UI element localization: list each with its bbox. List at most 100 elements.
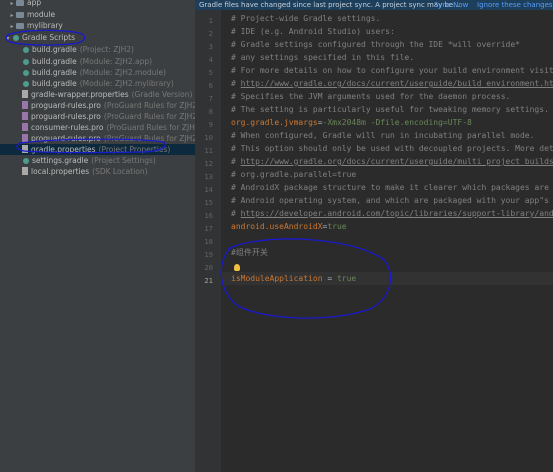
code-line[interactable]: # any settings specified in this file. xyxy=(231,51,414,64)
tree-item-label: Gradle Scripts xyxy=(22,33,75,42)
code-line[interactable]: # When configured, Gradle will run in in… xyxy=(231,129,534,142)
line-number: 14 xyxy=(204,185,213,194)
code-line[interactable]: org.gradle.jvmargs=-Xmx2048m -Dfile.enco… xyxy=(231,116,472,129)
tree-item-hint: (Project Settings) xyxy=(91,156,156,165)
tree-item-proguard-rules-pro[interactable]: proguard-rules.pro (ProGuard Rules for ZJ… xyxy=(0,133,195,144)
tree-item-build-gradle[interactable]: build.gradle (Module: ZJH2.mylibrary) xyxy=(0,78,195,89)
line-number: 15 xyxy=(204,198,213,207)
code-line[interactable]: android.useAndroidX=true xyxy=(231,220,347,233)
ignore-changes-link[interactable]: Ignore these changes xyxy=(477,0,553,10)
code-token: # xyxy=(231,157,241,166)
folder-icon xyxy=(16,12,24,18)
code-token: # Specifies the JVM arguments used for t… xyxy=(231,92,511,101)
code-line[interactable]: # For more details on how to configure y… xyxy=(231,64,553,77)
tree-item-gradle-scripts[interactable]: ▾ Gradle Scripts xyxy=(0,32,195,43)
proguard-file-icon xyxy=(22,112,28,120)
proguard-file-icon xyxy=(22,123,28,131)
tree-item-label: local.properties xyxy=(31,167,90,176)
code-line[interactable]: # AndroidX package structure to make it … xyxy=(231,181,553,194)
properties-file-icon xyxy=(22,145,28,153)
code-token: # Android operating system, and which ar… xyxy=(231,196,553,205)
code-line[interactable]: # IDE (e.g. Android Studio) users: xyxy=(231,25,395,38)
project-tree-panel: ▸ app ▸ module ▸ mylibrary ▾ Gradle Scripts buil… xyxy=(0,0,195,472)
code-token: = xyxy=(322,274,337,283)
line-number: 3 xyxy=(208,42,213,51)
line-number: 8 xyxy=(208,107,213,116)
tree-item-hint: (Project: ZJH2) xyxy=(79,45,134,54)
code-line[interactable]: # http://www.gradle.org/docs/current/use… xyxy=(231,155,553,168)
code-token: true xyxy=(327,222,347,231)
tree-item-label: build.gradle xyxy=(32,57,77,66)
code-line[interactable]: # Specifies the JVM arguments used for t… xyxy=(231,90,510,103)
tree-item-label: build.gradle xyxy=(32,68,77,77)
code-line[interactable]: # The setting is particularly useful for… xyxy=(231,103,549,116)
tree-item-hint: (Project Properties) xyxy=(98,145,171,154)
code-line[interactable]: # Android operating system, and which ar… xyxy=(231,194,553,207)
tree-item-gradle-properties[interactable]: gradle.properties (Project Properties) xyxy=(0,144,195,155)
code-token: # AndroidX package structure to make it … xyxy=(231,183,549,192)
code-token: # For more details on how to configure y… xyxy=(231,66,553,75)
tree-item-consumer-rules-pro[interactable]: consumer-rules.pro (ProGuard Rules for ZJ… xyxy=(0,122,195,133)
tree-item-label: mylibrary xyxy=(27,21,63,30)
code-line[interactable]: # http://www.gradle.org/docs/current/use… xyxy=(231,77,553,90)
code-token: # This option should only be used with d… xyxy=(231,144,553,153)
tree-item-app[interactable]: ▸ app xyxy=(0,0,195,8)
code-token: # xyxy=(231,209,241,218)
gradle-icon xyxy=(13,35,19,41)
code-line[interactable]: # Project-wide Gradle settings. xyxy=(231,12,380,25)
tree-item-build-gradle[interactable]: build.gradle (Module: ZJH2.module) xyxy=(0,67,195,78)
code-line[interactable]: # org.gradle.parallel=true xyxy=(231,168,356,181)
code-line[interactable]: # This option should only be used with d… xyxy=(231,142,553,155)
tree-item-hint: (ProGuard Rules for ZJH2.mylibrary) xyxy=(106,123,195,132)
sync-now-link[interactable]: Sync Now xyxy=(434,0,468,10)
tree-item-gradle-wrapper-properties[interactable]: gradle-wrapper.properties (Gradle Version… xyxy=(0,89,195,100)
code-line[interactable]: # https://developer.android.com/topic/li… xyxy=(231,207,553,220)
code-token: # any settings specified in this file. xyxy=(231,53,415,62)
code-line[interactable]: # Gradle settings configured through the… xyxy=(231,38,520,51)
line-number: 17 xyxy=(204,224,213,233)
tree-item-settings-gradle[interactable]: settings.gradle (Project Settings) xyxy=(0,155,195,166)
ide-window: ▸ app ▸ module ▸ mylibrary ▾ Gradle Scripts buil… xyxy=(0,0,553,472)
code-line[interactable]: #组件开关 xyxy=(231,246,268,259)
tree-item-build-gradle[interactable]: build.gradle (Project: ZJH2) xyxy=(0,44,195,55)
tree-item-hint: (Module: ZJH2.module) xyxy=(79,68,167,77)
code-token: https://developer.android.com/topic/libr… xyxy=(240,209,553,218)
tree-item-label: module xyxy=(27,10,56,19)
proguard-file-icon xyxy=(22,101,28,109)
chevron-down-icon[interactable]: ▾ xyxy=(4,33,12,44)
line-number: 9 xyxy=(208,120,213,129)
code-token: # Gradle settings configured through the… xyxy=(231,40,520,49)
code-token: # The setting is particularly useful for… xyxy=(231,105,549,114)
tree-item-mylibrary[interactable]: ▸ mylibrary xyxy=(0,20,195,31)
gradle-sync-notification: Gradle files have changed since last pro… xyxy=(195,0,553,10)
gradle-file-icon xyxy=(23,59,29,65)
code-token: # xyxy=(231,79,241,88)
gradle-file-icon xyxy=(23,81,29,87)
line-number: 18 xyxy=(204,237,213,246)
chevron-right-icon[interactable]: ▸ xyxy=(8,21,16,32)
tree-item-label: proguard-rules.pro xyxy=(31,134,101,143)
code-line[interactable]: isModuleApplication = true xyxy=(231,272,356,285)
line-number: 6 xyxy=(208,81,213,90)
properties-file-icon xyxy=(22,167,28,175)
code-token: #组件开关 xyxy=(231,248,268,257)
gradle-file-icon xyxy=(23,70,29,76)
tree-item-module[interactable]: ▸ module xyxy=(0,9,195,20)
tree-item-local-properties[interactable]: local.properties (SDK Location) xyxy=(0,166,195,177)
tree-item-proguard-rules-pro[interactable]: proguard-rules.pro (ProGuard Rules for ZJ… xyxy=(0,100,195,111)
tree-item-proguard-rules-pro[interactable]: proguard-rules.pro (ProGuard Rules for ZJ… xyxy=(0,111,195,122)
lightbulb-intention-icon[interactable] xyxy=(234,264,240,271)
properties-file-icon xyxy=(22,90,28,98)
tree-item-hint: (Module: ZJH2.app) xyxy=(79,57,153,66)
line-number: 5 xyxy=(208,68,213,77)
tree-item-hint: (SDK Location) xyxy=(92,167,148,176)
code-token: org.gradle.jvmargs xyxy=(231,118,318,127)
code-editor[interactable]: Gradle files have changed since last pro… xyxy=(195,0,553,472)
line-number: 21 xyxy=(204,276,213,285)
line-number-gutter: 1 2 3 4 5 6 7 8 9 10 11 12 13 14 15 16 17 18 19 20 21 xyxy=(195,10,221,472)
code-token: # IDE (e.g. Android Studio) users: xyxy=(231,27,395,36)
chevron-right-icon[interactable]: ▸ xyxy=(8,0,16,9)
tree-item-label: gradle.properties xyxy=(31,145,96,154)
tree-item-build-gradle[interactable]: build.gradle (Module: ZJH2.app) xyxy=(0,56,195,67)
proguard-file-icon xyxy=(22,134,28,142)
